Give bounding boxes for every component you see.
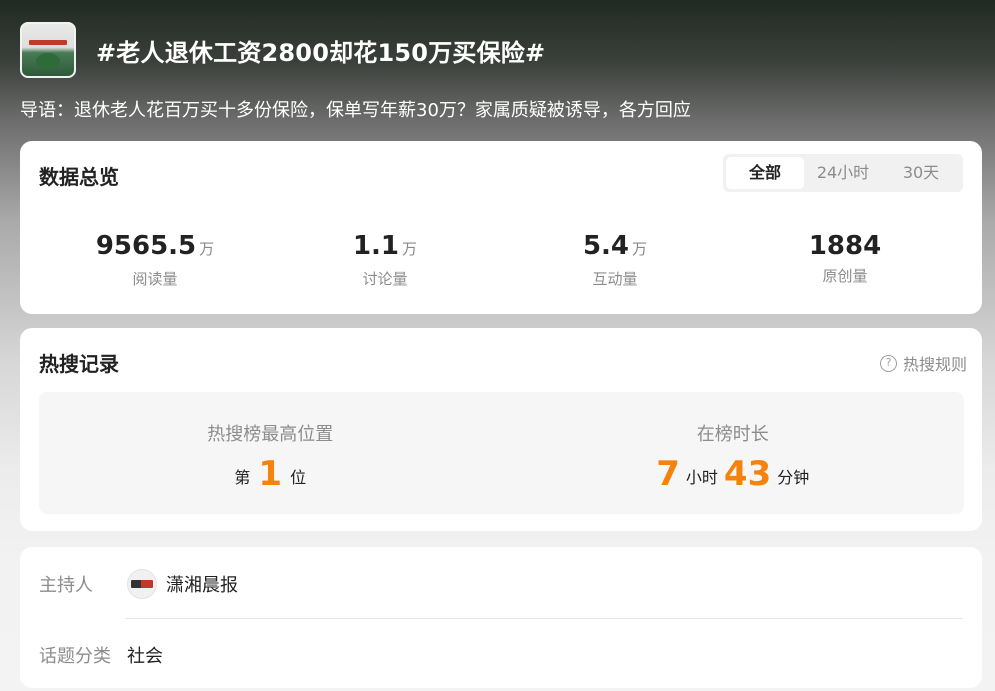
host-avatar <box>127 569 157 599</box>
stat-label: 阅读量 <box>132 270 178 288</box>
stat-unit: 万 <box>632 240 648 258</box>
topic-intro: 导语：退休老人花百万买十多份保险，保单写年薪30万？家属质疑被诱导，各方回应 <box>20 100 691 121</box>
duration-minutes-unit: 分钟 <box>777 468 810 487</box>
stat-number: 5.4 <box>582 231 630 261</box>
time-on-list: 在榜时长 7 小时 43 分钟 <box>502 392 965 514</box>
time-range-tabs: 全部 24小时 30天 <box>723 154 963 192</box>
stat-value: 1.1 万 <box>270 231 500 264</box>
highest-position-label: 热搜榜最高位置 <box>207 424 334 445</box>
topic-header: #老人退休工资2800却花150万买保险# <box>20 22 545 78</box>
hot-search-rules-label: 热搜规则 <box>902 355 967 374</box>
overview-card: 数据总览 全部 24小时 30天 9565.5 万 阅读量 1.1 万 讨论量 5.… <box>20 141 982 314</box>
highest-position-value-line: 第1位 <box>39 454 502 494</box>
topic-avatar <box>20 22 76 78</box>
tab-24h[interactable]: 24小时 <box>804 157 882 189</box>
question-circle-icon: ? <box>879 354 897 372</box>
hot-search-stats-panel: 热搜榜最高位置 第1位 在榜时长 7 小时 43 分钟 <box>39 392 964 514</box>
info-divider <box>125 618 963 619</box>
stats-row: 9565.5 万 阅读量 1.1 万 讨论量 5.4 万 互动量 1884 原创量 <box>20 231 982 289</box>
stat-value: 9565.5 万 <box>40 231 270 264</box>
stat-reads: 9565.5 万 阅读量 <box>40 231 270 289</box>
overview-title: 数据总览 <box>39 165 119 189</box>
stat-number: 9565.5 <box>95 231 197 261</box>
time-on-list-value-line: 7 小时 43 分钟 <box>502 454 965 494</box>
host-logo-mark <box>131 580 153 588</box>
host-row: 主持人 潇湘晨报 <box>39 569 963 599</box>
category-value: 社会 <box>127 646 163 667</box>
time-on-list-label: 在榜时长 <box>696 424 769 445</box>
host-value[interactable]: 潇湘晨报 <box>127 569 238 599</box>
stat-unit: 万 <box>402 240 418 258</box>
category-row: 话题分类 社会 <box>39 640 963 670</box>
stat-label: 讨论量 <box>362 270 408 288</box>
highest-position-prefix: 第 <box>234 468 251 487</box>
hot-search-title: 热搜记录 <box>39 352 119 376</box>
stat-originals: 1884 原创量 <box>730 231 960 289</box>
stat-number: 1884 <box>808 231 882 261</box>
avatar-plant <box>36 53 60 69</box>
hot-search-card: 热搜记录 ? 热搜规则 热搜榜最高位置 第1位 在榜时长 7 小时 43 分钟 <box>20 328 982 531</box>
tab-30d[interactable]: 30天 <box>882 157 960 189</box>
hot-search-rules-link[interactable]: ? 热搜规则 <box>879 351 967 375</box>
category-label: 话题分类 <box>39 646 111 667</box>
highest-position-number: 1 <box>258 454 283 494</box>
stat-value: 5.4 万 <box>500 231 730 264</box>
stat-interactions: 5.4 万 互动量 <box>500 231 730 289</box>
duration-hours: 7 <box>656 454 680 494</box>
host-name: 潇湘晨报 <box>166 575 238 596</box>
duration-minutes: 43 <box>723 454 772 494</box>
topic-info-card: 主持人 潇湘晨报 话题分类 社会 <box>20 547 982 688</box>
avatar-logo-strip <box>29 40 67 45</box>
highest-position: 热搜榜最高位置 第1位 <box>39 392 502 514</box>
stat-unit: 万 <box>199 240 215 258</box>
highest-position-suffix: 位 <box>290 468 307 487</box>
tab-all[interactable]: 全部 <box>726 157 804 189</box>
topic-title: #老人退休工资2800却花150万买保险# <box>96 38 546 67</box>
stat-label: 互动量 <box>592 270 638 288</box>
host-label: 主持人 <box>39 575 93 596</box>
stat-discussions: 1.1 万 讨论量 <box>270 231 500 289</box>
stat-value: 1884 <box>730 231 960 261</box>
stat-number: 1.1 <box>352 231 400 261</box>
stat-label: 原创量 <box>822 267 868 285</box>
duration-hours-unit: 小时 <box>685 468 718 487</box>
